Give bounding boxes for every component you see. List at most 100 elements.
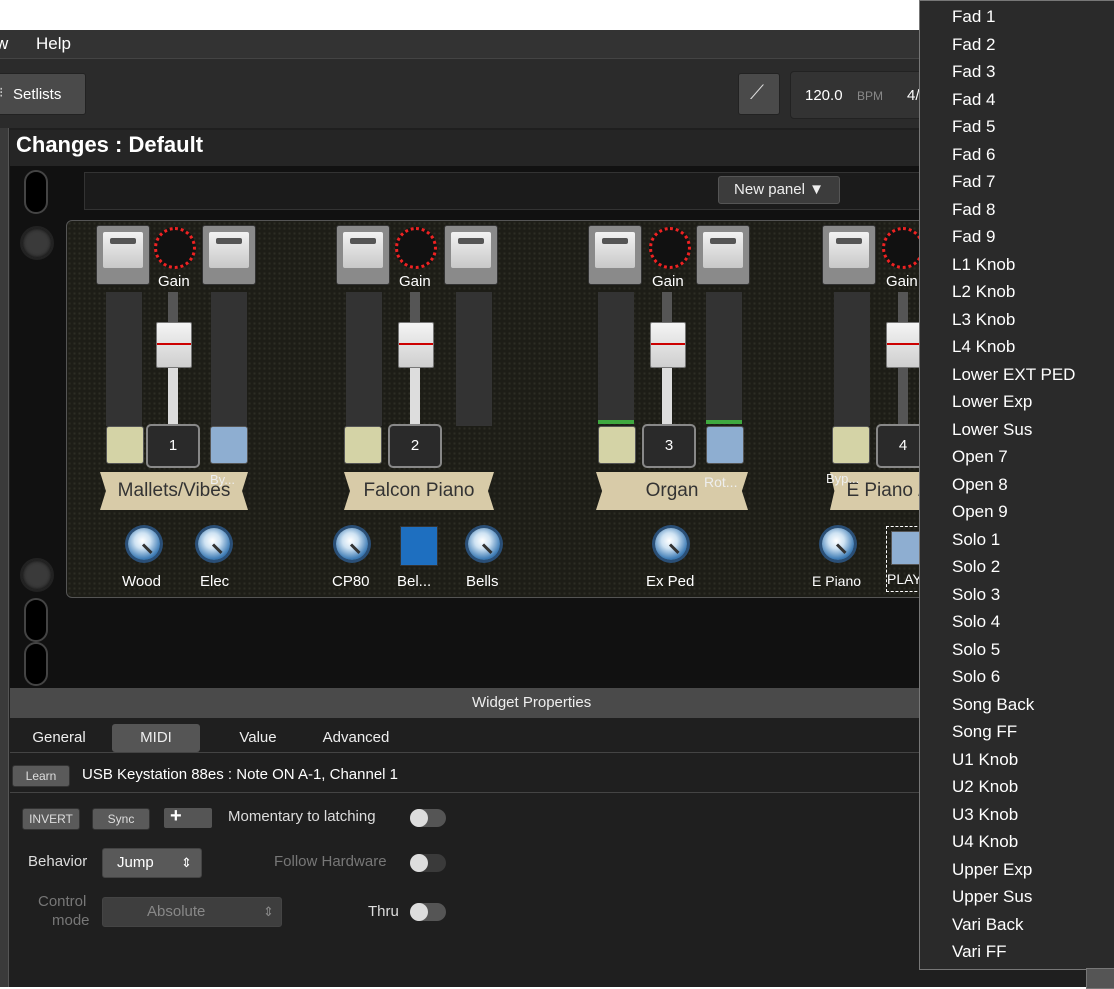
dropdown-item[interactable]: L4 Knob xyxy=(952,337,1015,357)
mute-switch[interactable] xyxy=(96,225,150,285)
learn-button[interactable]: Learn xyxy=(12,765,70,787)
dropdown-item[interactable]: L2 Knob xyxy=(952,282,1015,302)
behavior-value: Jump xyxy=(117,854,154,871)
dropdown-item[interactable]: Open 9 xyxy=(952,502,1008,522)
volume-fader[interactable] xyxy=(156,322,192,368)
dropdown-item[interactable]: Solo 5 xyxy=(952,640,1000,660)
dropdown-item[interactable]: Lower EXT PED xyxy=(952,365,1075,385)
tab-general[interactable]: General xyxy=(24,724,94,752)
play-button[interactable] xyxy=(891,531,921,565)
dropdown-item[interactable]: Lower Sus xyxy=(952,420,1032,440)
thru-toggle[interactable] xyxy=(410,903,446,921)
channel-number[interactable]: 2 xyxy=(388,424,442,468)
momentary-toggle[interactable] xyxy=(410,809,446,827)
volume-fader[interactable] xyxy=(886,322,922,368)
follow-hardware-label: Follow Hardware xyxy=(274,853,387,870)
cp80-knob[interactable] xyxy=(336,528,368,560)
select-button[interactable] xyxy=(598,426,636,464)
rack-screw xyxy=(20,226,54,260)
plus-minus-icon[interactable]: + xyxy=(164,805,212,828)
partial-button[interactable] xyxy=(1086,968,1114,989)
select-button[interactable] xyxy=(106,426,144,464)
knob-label: Bells xyxy=(466,573,499,590)
channel-number[interactable]: 3 xyxy=(642,424,696,468)
solo-switch[interactable] xyxy=(696,225,750,285)
volume-fader[interactable] xyxy=(650,322,686,368)
e-piano-knob[interactable] xyxy=(822,528,854,560)
dropdown-item[interactable]: U3 Knob xyxy=(952,805,1018,825)
dropdown-item[interactable]: Lower Exp xyxy=(952,392,1032,412)
dropdown-item[interactable]: L1 Knob xyxy=(952,255,1015,275)
volume-fader[interactable] xyxy=(398,322,434,368)
gain-label: Gain xyxy=(399,273,431,290)
dropdown-item[interactable]: Fad 5 xyxy=(952,117,995,137)
channel-number[interactable]: 1 xyxy=(146,424,200,468)
tab-midi[interactable]: MIDI xyxy=(112,724,200,752)
menu-help[interactable]: Help xyxy=(36,34,71,54)
dropdown-item[interactable]: Open 7 xyxy=(952,447,1008,467)
dropdown-item[interactable]: U4 Knob xyxy=(952,832,1018,852)
level-indicator xyxy=(598,420,634,424)
gain-knob[interactable] xyxy=(649,227,691,269)
dropdown-item[interactable]: Fad 1 xyxy=(952,7,995,27)
mute-switch[interactable] xyxy=(822,225,876,285)
dropdown-item[interactable]: Fad 2 xyxy=(952,35,995,55)
follow-hardware-toggle[interactable] xyxy=(410,854,446,872)
tempo-display[interactable]: 120.0 BPM 4/ xyxy=(790,71,932,119)
dropdown-item[interactable]: Open 8 xyxy=(952,475,1008,495)
dropdown-item[interactable]: L3 Knob xyxy=(952,310,1015,330)
bells-knob[interactable] xyxy=(468,528,500,560)
dropdown-item[interactable]: Vari FF xyxy=(952,942,1006,962)
rack-header: Changes : Default xyxy=(10,130,920,166)
dropdown-item[interactable]: Solo 6 xyxy=(952,667,1000,687)
select-button[interactable] xyxy=(344,426,382,464)
dropdown-item[interactable]: Solo 1 xyxy=(952,530,1000,550)
dropdown-item[interactable]: Solo 4 xyxy=(952,612,1000,632)
gain-knob[interactable] xyxy=(395,227,437,269)
dropdown-item[interactable]: Upper Exp xyxy=(952,860,1032,880)
control-mode-select[interactable]: Absolute ⇕ xyxy=(102,897,282,927)
panel-selector[interactable]: New panel ▼ xyxy=(718,176,840,204)
dropdown-item[interactable]: Fad 6 xyxy=(952,145,995,165)
solo-switch[interactable] xyxy=(202,225,256,285)
tab-value[interactable]: Value xyxy=(228,724,288,752)
behavior-select[interactable]: Jump ⇕ xyxy=(102,848,202,878)
dropdown-item[interactable]: Fad 3 xyxy=(952,62,995,82)
dropdown-item[interactable]: Fad 7 xyxy=(952,172,995,192)
dropdown-item[interactable]: Fad 8 xyxy=(952,200,995,220)
dropdown-item[interactable]: U1 Knob xyxy=(952,750,1018,770)
bypass-button[interactable] xyxy=(210,426,248,464)
dropdown-item[interactable]: Vari Back xyxy=(952,915,1024,935)
tuner-button[interactable]: ⟋ xyxy=(738,73,780,115)
dropdown-item[interactable]: U2 Knob xyxy=(952,777,1018,797)
dropdown-item[interactable]: Song Back xyxy=(952,695,1034,715)
rack-title: Changes : Default xyxy=(16,132,204,157)
dropdown-item[interactable]: Fad 9 xyxy=(952,227,995,247)
widget-properties-title: Widget Properties xyxy=(472,694,592,711)
dropdown-item[interactable]: Fad 4 xyxy=(952,90,995,110)
mute-switch[interactable] xyxy=(336,225,390,285)
knob-label: Elec xyxy=(200,573,230,590)
dropdown-item[interactable]: Upper Sus xyxy=(952,887,1032,907)
dropdown-item[interactable]: Song FF xyxy=(952,722,1017,742)
wood-knob[interactable] xyxy=(128,528,160,560)
mute-switch[interactable] xyxy=(588,225,642,285)
tab-advanced[interactable]: Advanced xyxy=(314,724,398,752)
meter-track xyxy=(706,292,742,422)
gain-knob[interactable] xyxy=(154,227,196,269)
ex-ped-knob[interactable] xyxy=(655,528,687,560)
invert-button[interactable]: INVERT xyxy=(22,808,80,830)
control-dropdown: Fad 1 Fad 2 Fad 3 Fad 4 Fad 5 Fad 6 Fad 7 Fad 8… xyxy=(919,0,1114,970)
select-button[interactable] xyxy=(832,426,870,464)
menu-view[interactable]: w xyxy=(0,34,8,54)
elec-knob[interactable] xyxy=(198,528,230,560)
solo-switch[interactable] xyxy=(444,225,498,285)
gain-knob[interactable] xyxy=(882,227,924,269)
selected-widget-outline[interactable]: PLAY xyxy=(886,526,922,592)
dropdown-item[interactable]: Solo 2 xyxy=(952,557,1000,577)
bypass-button[interactable] xyxy=(706,426,744,464)
sync-button[interactable]: Sync xyxy=(92,808,150,830)
setlists-button[interactable]: ⁝ Setlists xyxy=(0,73,86,115)
bells-button[interactable] xyxy=(400,526,438,566)
dropdown-item[interactable]: Solo 3 xyxy=(952,585,1000,605)
